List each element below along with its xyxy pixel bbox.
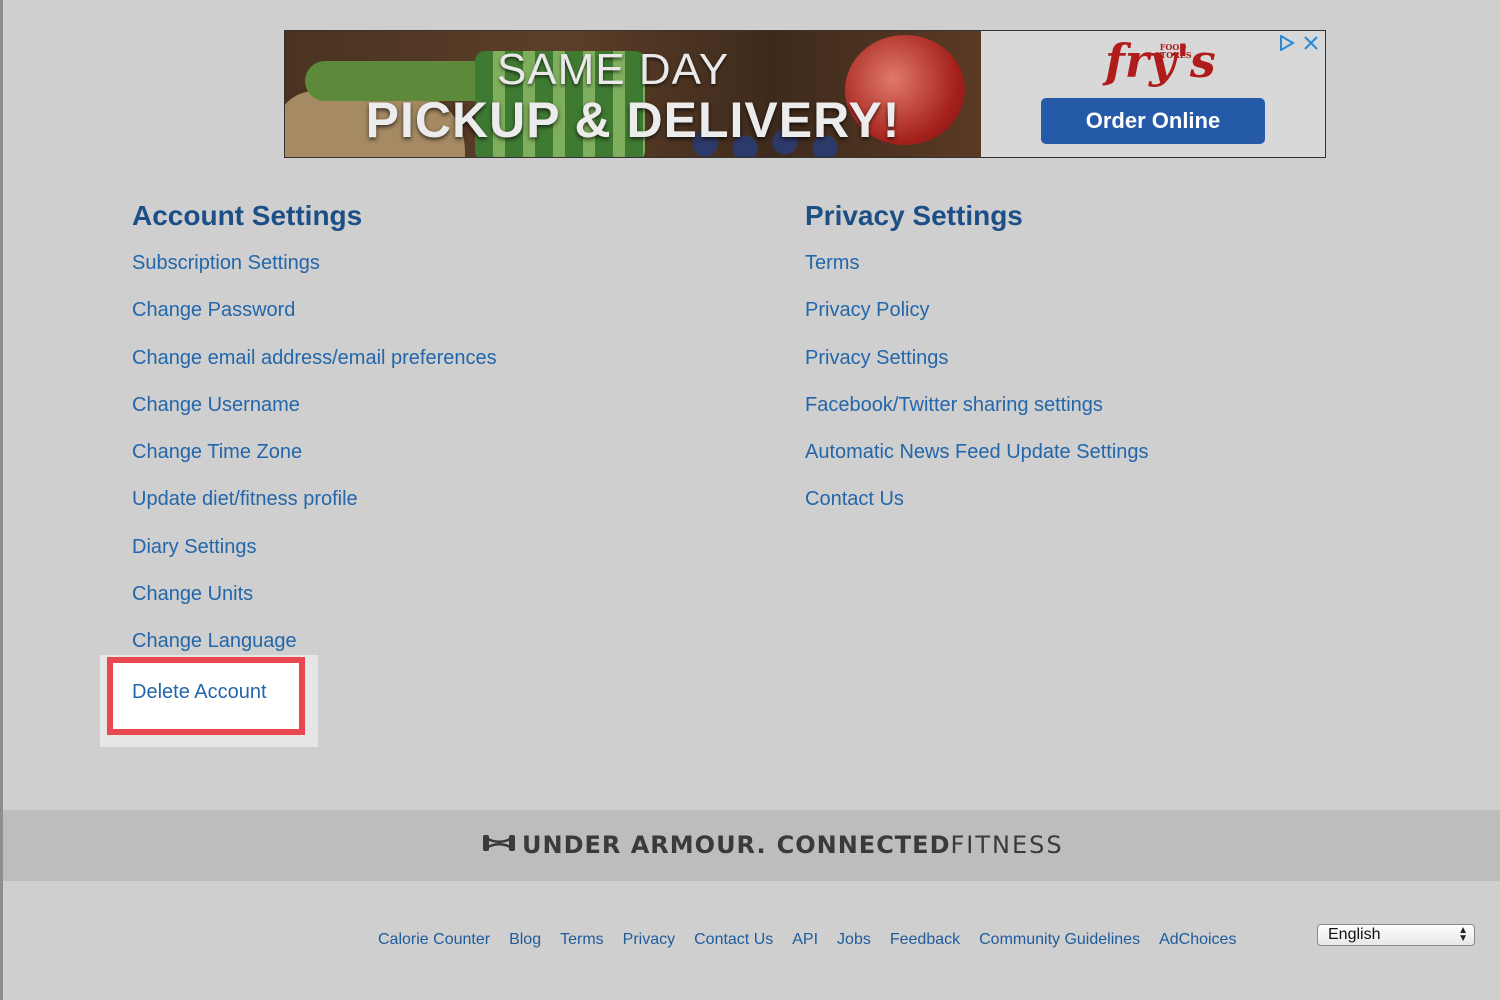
- subscription-settings-link[interactable]: Subscription Settings: [132, 252, 497, 299]
- account-settings-title: Account Settings: [132, 200, 363, 231]
- ad-food-photo: SAME DAY PICKUP & DELIVERY!: [285, 31, 981, 157]
- privacy-settings-list: Terms Privacy Policy Privacy Settings Fa…: [805, 252, 1149, 536]
- language-select[interactable]: English ▲ ▼: [1317, 924, 1475, 946]
- close-icon[interactable]: [1303, 35, 1319, 51]
- order-online-button[interactable]: Order Online: [1041, 98, 1265, 144]
- news-feed-settings-link[interactable]: Automatic News Feed Update Settings: [805, 441, 1149, 488]
- contact-us-link[interactable]: Contact Us: [805, 488, 1149, 535]
- footer-link-blog[interactable]: Blog: [509, 930, 541, 950]
- account-settings-section: Account Settings Subscription Settings C…: [132, 196, 497, 678]
- update-profile-link[interactable]: Update diet/fitness profile: [132, 488, 497, 535]
- frys-logo-tag: FOOD STORES: [1154, 42, 1192, 60]
- footer-link-terms[interactable]: Terms: [560, 930, 604, 950]
- select-arrows-icon: ▲ ▼: [1458, 925, 1468, 944]
- footer-link-privacy[interactable]: Privacy: [623, 930, 675, 950]
- privacy-settings-section: Privacy Settings Terms Privacy Policy Pr…: [805, 196, 1149, 536]
- account-settings-list: Subscription Settings Change Password Ch…: [132, 252, 497, 678]
- privacy-settings-title: Privacy Settings: [805, 200, 1023, 231]
- brand-under-armour: UNDER ARMOUR.: [522, 831, 767, 859]
- brand-connected: CONNECTED: [776, 831, 951, 859]
- footer-link-adchoices[interactable]: AdChoices: [1159, 930, 1236, 950]
- footer-link-feedback[interactable]: Feedback: [890, 930, 960, 950]
- footer-link-community-guidelines[interactable]: Community Guidelines: [979, 930, 1140, 950]
- change-time-zone-link[interactable]: Change Time Zone: [132, 441, 497, 488]
- change-email-link[interactable]: Change email address/email preferences: [132, 347, 497, 394]
- ad-banner[interactable]: SAME DAY PICKUP & DELIVERY! fry's FOOD S…: [284, 30, 1326, 158]
- frys-logo: fry's FOOD STORES: [1105, 34, 1216, 88]
- language-select-value: English: [1328, 926, 1381, 943]
- adchoices-icon[interactable]: [1279, 35, 1295, 51]
- change-password-link[interactable]: Change Password: [132, 299, 497, 346]
- change-username-link[interactable]: Change Username: [132, 394, 497, 441]
- footer-link-api[interactable]: API: [792, 930, 818, 950]
- under-armour-brand: UNDER ARMOUR. CONNECTED FITNESS: [482, 830, 1064, 860]
- footer-link-calorie-counter[interactable]: Calorie Counter: [378, 930, 490, 950]
- brand-fitness: FITNESS: [950, 831, 1064, 859]
- diary-settings-link[interactable]: Diary Settings: [132, 536, 497, 583]
- footer-links: Calorie Counter Blog Terms Privacy Conta…: [378, 930, 1255, 950]
- ad-headline-line2: PICKUP & DELIVERY!: [365, 92, 901, 148]
- delete-account-link[interactable]: Delete Account: [132, 681, 267, 704]
- privacy-settings-link[interactable]: Privacy Settings: [805, 347, 1149, 394]
- privacy-policy-link[interactable]: Privacy Policy: [805, 299, 1149, 346]
- change-units-link[interactable]: Change Units: [132, 583, 497, 630]
- ad-headline-line1: SAME DAY: [496, 45, 730, 94]
- footer-link-contact-us[interactable]: Contact Us: [694, 930, 773, 950]
- under-armour-logo-icon: [482, 833, 516, 857]
- social-sharing-settings-link[interactable]: Facebook/Twitter sharing settings: [805, 394, 1149, 441]
- terms-link[interactable]: Terms: [805, 252, 1149, 299]
- footer-link-jobs[interactable]: Jobs: [837, 930, 871, 950]
